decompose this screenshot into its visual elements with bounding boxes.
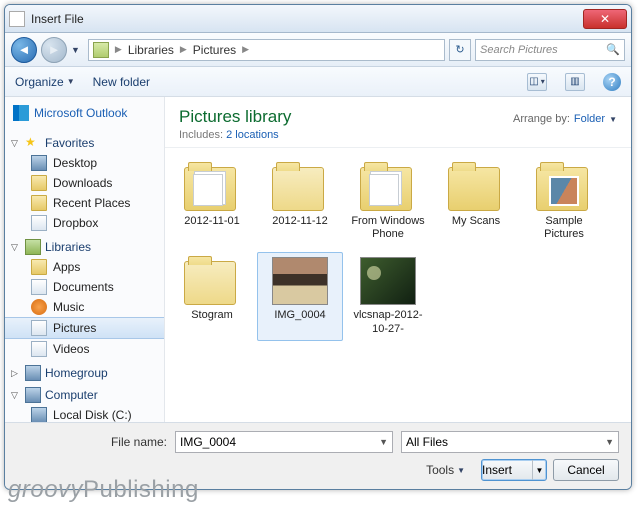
sidebar-item-downloads[interactable]: Downloads [5,173,164,193]
sidebar-item-dropbox[interactable]: Dropbox [5,213,164,233]
file-grid[interactable]: 2012-11-01 2012-11-12 From Windows Phone My… [165,148,631,351]
homegroup-icon [25,365,41,381]
star-icon: ★ [25,135,41,151]
chevron-down-icon: ▼ [379,437,388,447]
refresh-button[interactable]: ↻ [449,39,471,61]
search-input[interactable]: Search Pictures 🔍 [475,39,625,61]
filename-label: File name: [17,435,167,449]
breadcrumb-item[interactable]: Libraries [128,43,174,57]
sidebar-outlook[interactable]: Microsoft Outlook [5,103,164,129]
file-label: vlcsnap-2012-10-27-12h01m13s49 [348,309,428,335]
app-icon [9,11,25,27]
file-label: 2012-11-12 [272,215,327,228]
documents-icon [31,279,47,295]
sidebar-item-recent[interactable]: Recent Places [5,193,164,213]
music-icon [31,299,47,315]
arrange-by[interactable]: Arrange by: Folder ▼ [513,107,617,125]
folder-icon [31,175,47,191]
window-title: Insert File [31,12,583,26]
watermark: groovyPublishing [8,476,199,504]
file-item[interactable]: 2012-11-12 [257,158,343,246]
dialog-body: Microsoft Outlook ▽★Favorites Desktop Do… [5,97,631,422]
tools-button[interactable]: Tools▼ [426,463,465,477]
sidebar-item-desktop[interactable]: Desktop [5,153,164,173]
chevron-right-icon: ▶ [178,44,189,55]
forward-button[interactable]: ► [41,37,67,63]
file-label: Sample Pictures [524,215,604,241]
file-item[interactable]: IMG_0004 [257,252,343,340]
filename-input[interactable]: IMG_0004▼ [175,431,393,453]
includes-link[interactable]: 2 locations [226,129,279,141]
sidebar-item-music[interactable]: Music [5,297,164,317]
chevron-down-icon: ▼ [605,437,614,447]
image-thumbnail [360,257,416,305]
sidebar-item-documents[interactable]: Documents [5,277,164,297]
organize-button[interactable]: Organize▼ [15,75,75,89]
outlook-icon [13,105,29,121]
folder-icon [184,257,240,305]
content-pane: Pictures library Includes: 2 locations A… [165,97,631,422]
file-label: 2012-11-01 [184,215,239,228]
file-label: From Windows Phone [348,215,428,241]
folder-icon [360,163,416,211]
sidebar-item-apps[interactable]: Apps [5,257,164,277]
file-item[interactable]: My Scans [433,158,519,246]
folder-icon [31,259,47,275]
folder-icon [272,163,328,211]
insert-dropdown[interactable]: ▼ [532,460,546,480]
file-item[interactable]: Stogram [169,252,255,340]
libraries-icon [25,239,41,255]
sidebar-group-homegroup[interactable]: ▷Homegroup [11,365,164,381]
folder-icon [536,163,592,211]
back-button[interactable]: ◄ [11,37,37,63]
search-placeholder: Search Pictures [480,44,558,56]
file-item[interactable]: Sample Pictures [521,158,607,246]
help-icon[interactable]: ? [603,73,621,91]
preview-pane-button[interactable]: ▥ [565,73,585,91]
file-label: My Scans [452,215,500,228]
desktop-icon [31,155,47,171]
computer-icon [25,387,41,403]
search-icon: 🔍 [606,43,620,56]
address-bar[interactable]: ▶ Libraries ▶ Pictures ▶ [88,39,445,61]
insert-button[interactable]: Insert▼ [481,459,547,481]
view-toggle-button[interactable]: ◫▾ [527,73,547,91]
chevron-right-icon: ▶ [240,44,251,55]
sidebar-group-favorites[interactable]: ▽★Favorites [11,135,164,151]
file-item[interactable]: vlcsnap-2012-10-27-12h01m13s49 [345,252,431,340]
titlebar: Insert File ✕ [5,5,631,33]
sidebar-group-computer[interactable]: ▽Computer [11,387,164,403]
file-item[interactable]: From Windows Phone [345,158,431,246]
sidebar-item-videos[interactable]: Videos [5,339,164,359]
library-icon [93,42,109,58]
pictures-icon [31,320,47,336]
toolbar: Organize▼ New folder ◫▾ ▥ ? [5,67,631,97]
sidebar-item-pictures[interactable]: Pictures [5,317,164,339]
disk-icon [31,407,47,422]
file-item[interactable]: 2012-11-01 [169,158,255,246]
file-label: IMG_0004 [274,309,325,322]
image-thumbnail [272,257,328,305]
dropbox-icon [31,215,47,231]
breadcrumb-item[interactable]: Pictures [193,43,236,57]
history-dropdown[interactable]: ▼ [71,45,80,55]
new-folder-button[interactable]: New folder [93,75,150,89]
close-button[interactable]: ✕ [583,9,627,29]
file-type-filter[interactable]: All Files▼ [401,431,619,453]
nav-bar: ◄ ► ▼ ▶ Libraries ▶ Pictures ▶ ↻ Search … [5,33,631,67]
chevron-right-icon: ▶ [113,44,124,55]
sidebar: Microsoft Outlook ▽★Favorites Desktop Do… [5,97,165,422]
folder-icon [448,163,504,211]
chevron-down-icon: ▼ [609,115,617,124]
sidebar-item-disk-c[interactable]: Local Disk (C:) [5,405,164,422]
dialog-window: Insert File ✕ ◄ ► ▼ ▶ Libraries ▶ Pictur… [4,4,632,490]
file-label: Stogram [191,309,233,322]
cancel-button[interactable]: Cancel [553,459,619,481]
folder-icon [184,163,240,211]
library-title: Pictures library [179,107,291,127]
folder-icon [31,195,47,211]
videos-icon [31,341,47,357]
library-header: Pictures library Includes: 2 locations A… [165,97,631,148]
sidebar-group-libraries[interactable]: ▽Libraries [11,239,164,255]
